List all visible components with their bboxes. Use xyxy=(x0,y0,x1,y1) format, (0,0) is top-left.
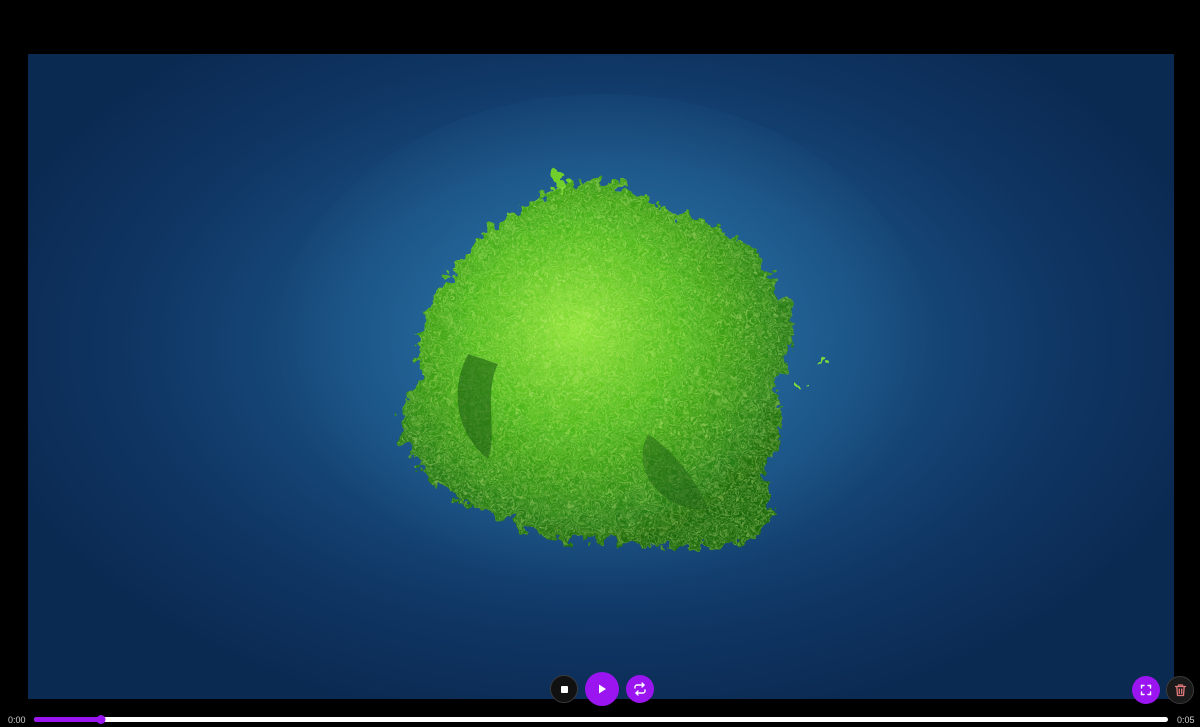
green-particle-blob-icon xyxy=(273,94,933,614)
fullscreen-icon xyxy=(1140,684,1152,696)
play-button[interactable] xyxy=(585,672,619,706)
trash-icon xyxy=(1174,684,1186,697)
loop-button[interactable] xyxy=(626,675,654,703)
fullscreen-button[interactable] xyxy=(1132,676,1160,704)
video-viewport[interactable] xyxy=(28,54,1174,699)
delete-button[interactable] xyxy=(1166,676,1194,704)
video-player: 0:00 0:05 xyxy=(0,0,1200,727)
total-time: 0:05 xyxy=(1177,715,1195,725)
play-icon xyxy=(599,684,606,694)
playback-controls xyxy=(550,672,654,706)
progress-bar[interactable] xyxy=(34,715,1168,724)
progress-thumb[interactable] xyxy=(96,715,106,724)
current-time: 0:00 xyxy=(8,715,26,725)
stop-icon xyxy=(560,685,568,693)
stop-button[interactable] xyxy=(550,675,578,703)
loop-icon xyxy=(634,682,646,696)
progress-fill xyxy=(34,717,101,722)
